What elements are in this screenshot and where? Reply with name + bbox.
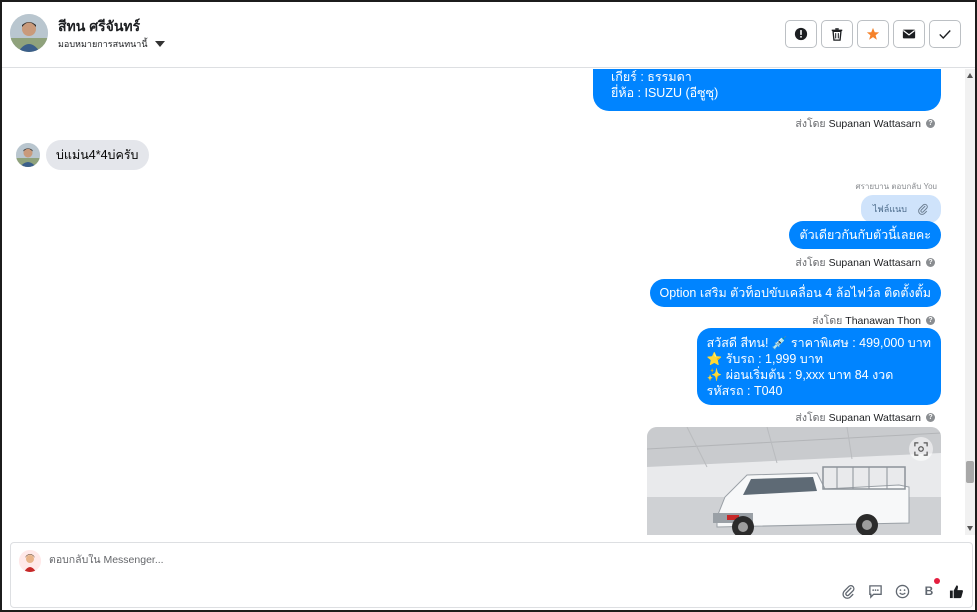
paperclip-icon <box>841 584 854 599</box>
reply-composer: B <box>10 542 973 608</box>
outgoing-message-price-details: สวัสดี สีทน! 💉 ราคาพิเศษ : 499,000 บาท ⭐… <box>696 328 941 405</box>
visual-search-icon[interactable] <box>909 437 933 461</box>
contact-avatar[interactable] <box>10 14 48 52</box>
chevron-down-icon <box>154 41 165 47</box>
mark-spam-button[interactable] <box>785 20 817 48</box>
vehicle-photo-attachment[interactable] <box>647 427 941 535</box>
attach-file-button[interactable] <box>840 583 856 599</box>
composer-toolbar: B <box>840 578 964 599</box>
attachment-label: ไฟล์แนบ <box>872 204 907 214</box>
paperclip-icon <box>918 203 928 215</box>
message-thread[interactable]: เกียร์ : ธรรมดา ยี่ห้อ : ISUZU (อีซูซุ) … <box>2 69 965 535</box>
pickup-truck-image <box>647 427 941 535</box>
outgoing-message: ตัวเดียวกันกับตัวนี้เลยคะ <box>789 221 941 249</box>
message-line: ⭐ รับรถ : 1,999 บาท <box>706 352 823 366</box>
smiley-icon <box>895 584 909 598</box>
sent-by-name: Thanawan Thon <box>845 314 921 327</box>
sent-by-prefix: ส่งโดย <box>795 412 826 424</box>
sent-by-prefix: ส่งโดย <box>795 257 826 269</box>
saved-replies-button[interactable] <box>867 583 883 599</box>
message-line: ยี่ห้อ : ISUZU (อีซูซุ) <box>611 86 719 100</box>
notification-dot <box>934 578 940 584</box>
mark-done-button[interactable] <box>929 20 961 48</box>
thread-scrollbar[interactable] <box>965 69 975 535</box>
like-button[interactable] <box>948 583 964 599</box>
incoming-message: บ่แม่น4*4บ่ครับ <box>46 140 149 170</box>
scroll-up-arrow-icon[interactable] <box>967 73 973 78</box>
scroll-down-arrow-icon[interactable] <box>967 526 973 531</box>
exclamation-icon <box>794 27 808 41</box>
delete-button[interactable] <box>821 20 853 48</box>
sent-by-label: ส่งโดย Thanawan Thon ? <box>812 312 935 329</box>
help-icon[interactable]: ? <box>926 413 935 422</box>
sent-by-label: ส่งโดย Supanan Wattasarn ? <box>795 254 935 271</box>
message-line: เกียร์ : ธรรมดา <box>611 70 692 84</box>
help-icon[interactable]: ? <box>926 258 935 267</box>
assign-conversation-dropdown[interactable]: มอบหมายการสนทนานี้ <box>58 37 165 51</box>
trash-icon <box>831 28 843 41</box>
payment-button[interactable]: B <box>921 578 940 599</box>
star-icon <box>866 27 880 40</box>
sent-by-label: ส่งโดย Supanan Wattasarn ? <box>795 409 935 426</box>
sent-by-name: Supanan Wattasarn <box>828 256 921 269</box>
contact-name: สีทน ศรีจันทร์ <box>58 18 141 34</box>
sent-by-name: Supanan Wattasarn <box>828 117 921 130</box>
message-line: ✨ ผ่อนเริ่มต้น : 9,xxx บาท 84 งวด <box>706 368 894 382</box>
help-icon[interactable]: ? <box>926 316 935 325</box>
message-text: ตัวเดียวกันกับตัวนี้เลยคะ <box>799 228 931 242</box>
mark-unread-button[interactable] <box>893 20 925 48</box>
header-actions <box>785 20 961 48</box>
thumbs-up-icon <box>949 584 963 598</box>
reply-message-input[interactable] <box>49 554 649 566</box>
contact-avatar-small <box>16 143 40 167</box>
message-text: บ่แม่น4*4บ่ครับ <box>56 148 139 162</box>
star-button[interactable] <box>857 20 889 48</box>
sent-by-prefix: ส่งโดย <box>795 118 826 130</box>
reply-context-note: ศรายบาน ตอบกลับ You <box>855 182 937 191</box>
emoji-button[interactable] <box>894 583 910 599</box>
sent-by-name: Supanan Wattasarn <box>828 411 921 424</box>
scrollbar-thumb[interactable] <box>966 461 974 483</box>
conversation-header: สีทน ศรีจันทร์ มอบหมายการสนทนานี้ <box>2 2 975 68</box>
sent-by-prefix: ส่งโดย <box>812 315 843 327</box>
message-line: สวัสดี สีทน! 💉 ราคาพิเศษ : 499,000 บาท <box>706 336 931 350</box>
page-avatar <box>19 550 41 572</box>
baht-icon: B <box>924 584 934 598</box>
checkmark-icon <box>939 30 951 39</box>
assign-label: มอบหมายการสนทนานี้ <box>58 39 148 49</box>
outgoing-message: Option เสริม ตัวท็อปขับเคลื่อน 4 ล้อไฟว์… <box>649 279 941 307</box>
inbox-conversation-window: สีทน ศรีจันทร์ มอบหมายการสนทนานี้ เกียร์… <box>0 0 977 612</box>
help-icon[interactable]: ? <box>926 119 935 128</box>
outgoing-message-car-details: เกียร์ : ธรรมดา ยี่ห้อ : ISUZU (อีซูซุ) <box>593 69 941 111</box>
chat-bubble-icon <box>868 584 882 599</box>
message-text: Option เสริม ตัวท็อปขับเคลื่อน 4 ล้อไฟว์… <box>659 286 931 300</box>
message-line: รหัสรถ : T040 <box>706 384 783 398</box>
envelope-icon <box>902 29 916 39</box>
replied-attachment-preview[interactable]: ไฟล์แนบ <box>860 195 941 223</box>
sent-by-label: ส่งโดย Supanan Wattasarn ? <box>795 115 935 132</box>
